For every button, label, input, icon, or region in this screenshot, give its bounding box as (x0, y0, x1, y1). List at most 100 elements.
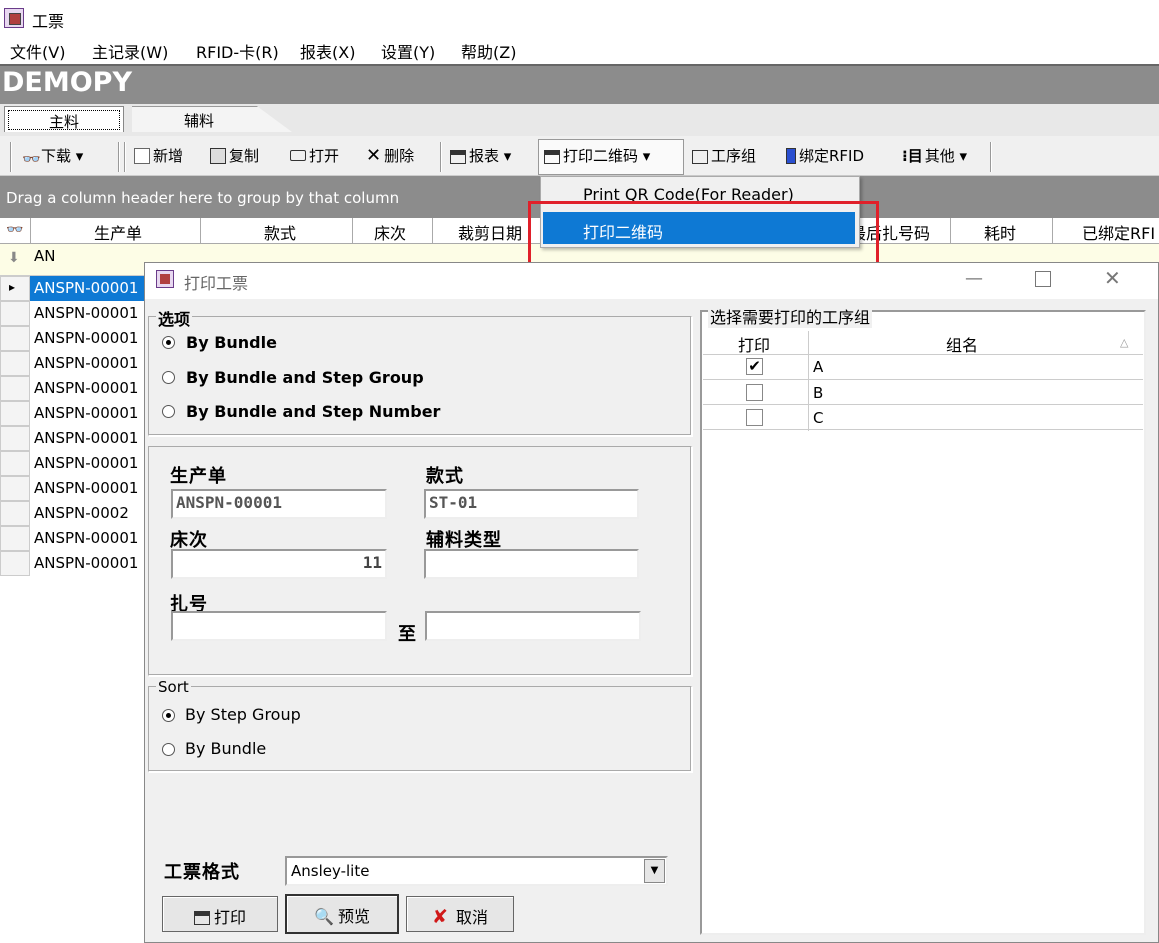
radio-by-bundle[interactable] (162, 336, 175, 349)
ticket-format-label: 工票格式 (164, 862, 240, 883)
sort-label: Sort (156, 678, 191, 696)
other-label: 其他 (924, 147, 955, 165)
table-row[interactable]: ANSPN-00001 (34, 554, 138, 572)
printer-icon (544, 150, 560, 164)
radio-by-bundle-step-group-label[interactable]: By Bundle and Step Group (186, 368, 424, 387)
window-title: 工票 (32, 12, 65, 31)
chevron-down-icon[interactable]: ▼ (644, 859, 665, 883)
toolbar-separator (118, 142, 120, 172)
open-button[interactable]: 打开 (290, 145, 339, 166)
aux-type-field[interactable] (424, 549, 639, 579)
radio-sort-bundle[interactable] (162, 743, 175, 756)
close-icon[interactable]: ✕ (1104, 266, 1121, 290)
table-row[interactable]: ANSPN-00001 (34, 354, 138, 372)
step-b-checkbox[interactable] (746, 384, 763, 401)
radio-by-bundle-label[interactable]: By Bundle (186, 333, 277, 352)
step-group-button[interactable]: 工序组 (692, 145, 756, 166)
folder-open-icon (290, 150, 306, 161)
copy-button[interactable]: 复制 (210, 145, 259, 166)
row-indicator[interactable] (0, 426, 30, 451)
menu-settings[interactable]: 设置(Y) (381, 39, 435, 63)
row-indicator[interactable] (0, 476, 30, 501)
menu-report[interactable]: 报表(X) (300, 39, 355, 63)
print-button[interactable]: 打印 (162, 896, 278, 932)
add-button[interactable]: 新增 (134, 145, 183, 166)
brand-name: DEMOPY (2, 67, 133, 98)
row-indicator[interactable] (0, 376, 30, 401)
step-c-checkbox[interactable] (746, 409, 763, 426)
style-field[interactable]: ST-01 (424, 489, 639, 519)
col-style[interactable]: 款式 (264, 220, 296, 244)
row-indicator[interactable] (0, 401, 30, 426)
radio-by-bundle-step-group[interactable] (162, 371, 175, 384)
radio-by-bundle-step-number[interactable] (162, 405, 175, 418)
col-production-order[interactable]: 生产单 (94, 220, 142, 244)
col-elapsed[interactable]: 耗时 (984, 220, 1016, 244)
table-row[interactable] (703, 380, 1143, 405)
table-row[interactable]: ANSPN-0002 (34, 504, 129, 522)
delete-button[interactable]: ✕ 删除 (366, 145, 414, 166)
bundle-to-field[interactable] (425, 611, 641, 641)
table-row[interactable]: ANSPN-00001 (34, 304, 138, 322)
table-row[interactable] (703, 355, 1143, 380)
row-indicator[interactable] (0, 301, 30, 326)
group-by-hint: Drag a column header here to group by th… (6, 189, 400, 207)
binoculars-icon[interactable]: 👓 (6, 222, 23, 238)
row-indicator[interactable]: ▸ (0, 276, 30, 301)
table-row[interactable]: ANSPN-00001 (34, 479, 138, 497)
table-row[interactable]: ANSPN-00001 (34, 379, 138, 397)
bind-rfid-button[interactable]: 绑定RFID (786, 145, 864, 166)
column-divider (200, 218, 201, 244)
radio-by-bundle-step-number-label[interactable]: By Bundle and Step Number (186, 402, 440, 421)
row-indicator[interactable] (0, 451, 30, 476)
toolbar-separator (124, 142, 126, 172)
row-indicator[interactable] (0, 551, 30, 576)
preview-button[interactable]: 🔍 预览 (285, 894, 399, 934)
minimize-icon[interactable]: — (965, 268, 983, 289)
table-row[interactable]: ANSPN-00001 (34, 529, 138, 547)
row-indicator[interactable] (0, 526, 30, 551)
table-row[interactable]: ANSPN-00001 (34, 454, 138, 472)
current-row-arrow-icon: ▸ (9, 280, 16, 294)
col-cut-date[interactable]: 裁剪日期 (458, 220, 522, 244)
table-row[interactable]: ANSPN-00001 (34, 404, 138, 422)
menu-rfid-card[interactable]: RFID-卡(R) (196, 39, 279, 63)
row-indicator[interactable] (0, 351, 30, 376)
cancel-button[interactable]: ✘ 取消 (406, 896, 514, 932)
table-row[interactable]: ANSPN-00001 (34, 279, 138, 297)
sort-group (148, 686, 692, 772)
bed-field[interactable]: 11 (171, 549, 387, 579)
ticket-format-select[interactable]: Ansley-lite (285, 856, 668, 886)
list-icon (692, 150, 708, 164)
row-indicator[interactable] (0, 501, 30, 526)
row-indicator[interactable] (0, 326, 30, 351)
col-group-name[interactable]: 组名 (946, 332, 978, 356)
table-row[interactable] (703, 405, 1143, 430)
radio-sort-step-group-label[interactable]: By Step Group (185, 705, 301, 724)
other-icon: ⁝目 (902, 147, 923, 165)
options-label: 选项 (156, 306, 193, 330)
maximize-icon[interactable] (1035, 271, 1051, 287)
tab-aux-material[interactable]: 辅料 (184, 110, 214, 131)
menu-master-record[interactable]: 主记录(W) (92, 39, 168, 63)
col-print[interactable]: 打印 (738, 332, 770, 356)
download-button[interactable]: 👓下载 ▾ (22, 145, 83, 168)
add-label: 新增 (153, 147, 184, 165)
binoculars-icon: 👓 (22, 150, 41, 168)
col-rfid-bound[interactable]: 已绑定RFI (1082, 220, 1155, 244)
other-button[interactable]: ⁝目 其他 ▾ (902, 145, 967, 166)
step-b-name: B (813, 384, 824, 402)
menu-file[interactable]: 文件(V) (10, 39, 65, 63)
table-row[interactable]: ANSPN-00001 (34, 429, 138, 447)
report-button[interactable]: 报表 ▾ (450, 145, 511, 166)
filter-value[interactable]: AN (34, 247, 55, 265)
column-divider (432, 218, 433, 244)
step-a-checkbox[interactable]: ✔ (746, 358, 763, 375)
bundle-from-field[interactable] (171, 611, 387, 641)
radio-sort-step-group[interactable] (162, 709, 175, 722)
production-order-field[interactable]: ANSPN-00001 (171, 489, 387, 519)
menu-help[interactable]: 帮助(Z) (461, 39, 516, 63)
table-row[interactable]: ANSPN-00001 (34, 329, 138, 347)
radio-sort-bundle-label[interactable]: By Bundle (185, 739, 266, 758)
col-bed[interactable]: 床次 (374, 220, 406, 244)
